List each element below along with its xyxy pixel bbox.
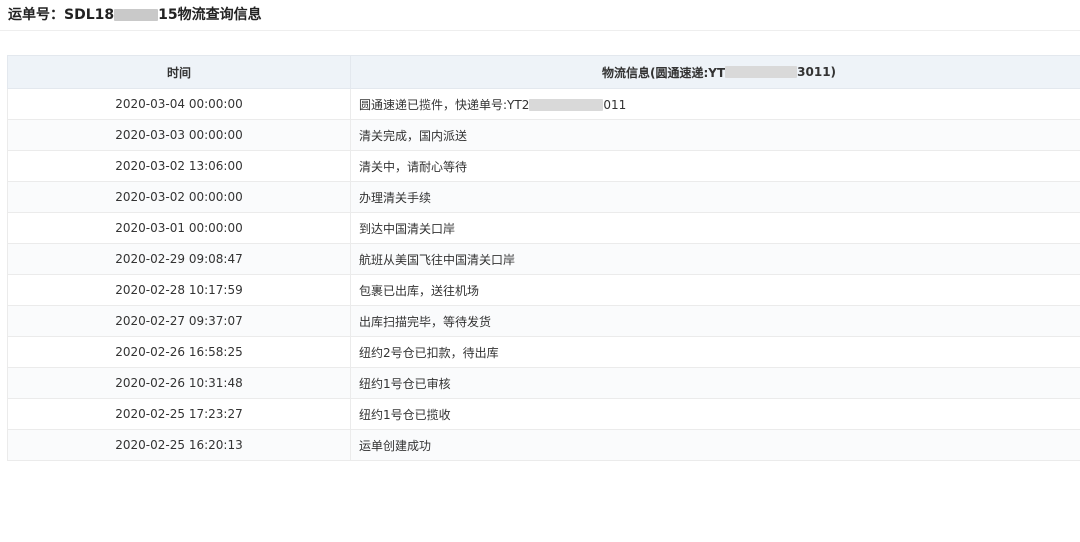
table-row: 2020-02-28 10:17:59 包裹已出库，送往机场 <box>7 274 1080 306</box>
page-title: 运单号：SDL18 15物流查询信息 <box>8 5 262 25</box>
row-time: 2020-02-26 16:58:25 <box>7 336 351 368</box>
row-info: 运单创建成功 <box>350 429 1080 461</box>
row-time: 2020-02-25 17:23:27 <box>7 398 351 430</box>
row-time: 2020-02-27 09:37:07 <box>7 305 351 337</box>
row-time: 2020-02-25 16:20:13 <box>7 429 351 461</box>
table-row: 2020-02-25 16:20:13 运单创建成功 <box>7 429 1080 461</box>
row-time: 2020-03-02 00:00:00 <box>7 181 351 213</box>
row-time: 2020-03-01 00:00:00 <box>7 212 351 244</box>
table-header-row: 时间 物流信息(圆通速递:YT 3011) <box>7 55 1080 89</box>
table-row: 2020-02-27 09:37:07 出库扫描完毕，等待发货 <box>7 305 1080 337</box>
row-info: 纽约2号仓已扣款，待出库 <box>350 336 1080 368</box>
row-info: 纽约1号仓已审核 <box>350 367 1080 399</box>
redacted-waybill-segment <box>114 9 159 21</box>
redacted-tracking-segment <box>725 66 798 78</box>
column-header-info: 物流信息(圆通速递:YT 3011) <box>350 55 1080 89</box>
column-header-info-suffix: 3011) <box>797 65 837 79</box>
column-header-time: 时间 <box>7 55 351 89</box>
row-info: 纽约1号仓已揽收 <box>350 398 1080 430</box>
table-row: 2020-03-04 00:00:00 圆通速递已揽件，快递单号:YT2 011 <box>7 88 1080 120</box>
row-time: 2020-03-03 00:00:00 <box>7 119 351 151</box>
column-header-info-prefix: 物流信息(圆通速递:YT <box>601 65 726 80</box>
table-row: 2020-03-02 13:06:00 清关中，请耐心等待 <box>7 150 1080 182</box>
row-info: 办理清关手续 <box>350 181 1080 213</box>
table-row: 2020-02-26 16:58:25 纽约2号仓已扣款，待出库 <box>7 336 1080 368</box>
table-row: 2020-03-03 00:00:00 清关完成，国内派送 <box>7 119 1080 151</box>
row-info-prefix: 圆通速递已揽件，快递单号:YT2 <box>359 97 530 112</box>
table-row: 2020-02-26 10:31:48 纽约1号仓已审核 <box>7 367 1080 399</box>
title-prefix: 运单号：SDL18 <box>8 7 115 23</box>
row-info: 清关中，请耐心等待 <box>350 150 1080 182</box>
table-row: 2020-02-25 17:23:27 纽约1号仓已揽收 <box>7 398 1080 430</box>
row-info: 到达中国清关口岸 <box>350 212 1080 244</box>
tracking-table-container: 时间 物流信息(圆通速递:YT 3011) 2020-03-04 00:00:0… <box>7 55 1080 461</box>
row-info-suffix: 011 <box>603 97 627 112</box>
row-time: 2020-02-29 09:08:47 <box>7 243 351 275</box>
tracking-table: 时间 物流信息(圆通速递:YT 3011) 2020-03-04 00:00:0… <box>7 55 1080 461</box>
row-info: 清关完成，国内派送 <box>350 119 1080 151</box>
row-info: 航班从美国飞往中国清关口岸 <box>350 243 1080 275</box>
row-info: 包裹已出库，送往机场 <box>350 274 1080 306</box>
page-header: 运单号：SDL18 15物流查询信息 <box>0 0 1080 31</box>
row-time: 2020-02-28 10:17:59 <box>7 274 351 306</box>
row-time: 2020-02-26 10:31:48 <box>7 367 351 399</box>
table-row: 2020-02-29 09:08:47 航班从美国飞往中国清关口岸 <box>7 243 1080 275</box>
row-info: 出库扫描完毕，等待发货 <box>350 305 1080 337</box>
table-row: 2020-03-02 00:00:00 办理清关手续 <box>7 181 1080 213</box>
title-suffix: 15物流查询信息 <box>158 7 262 23</box>
redacted-tracking-segment <box>529 99 604 111</box>
row-time: 2020-03-04 00:00:00 <box>7 88 351 120</box>
row-info: 圆通速递已揽件，快递单号:YT2 011 <box>350 88 1080 120</box>
table-row: 2020-03-01 00:00:00 到达中国清关口岸 <box>7 212 1080 244</box>
row-time: 2020-03-02 13:06:00 <box>7 150 351 182</box>
